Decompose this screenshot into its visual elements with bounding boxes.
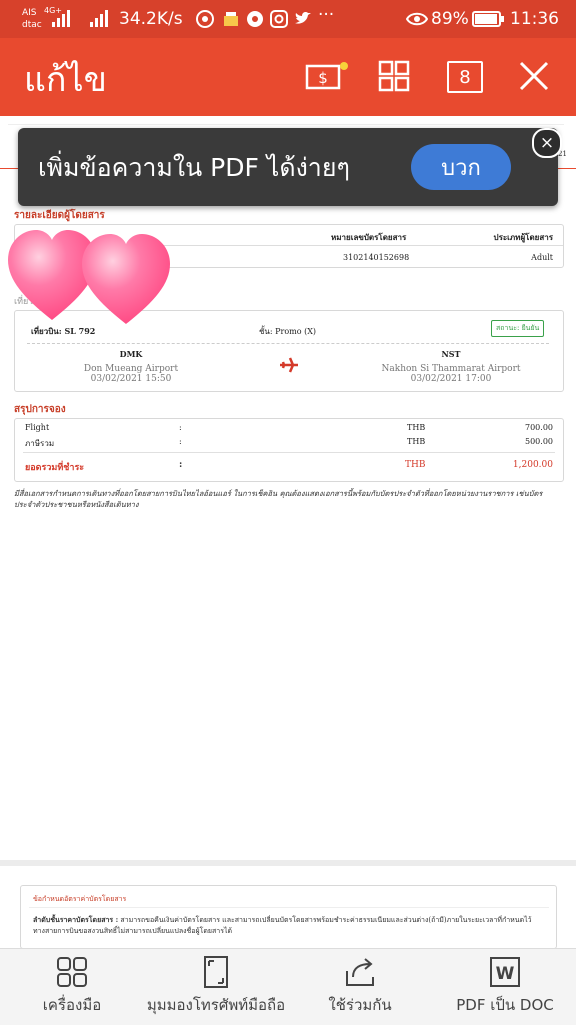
word-doc-icon: W xyxy=(490,957,520,987)
summary-total-row: ยอดรวมที่ชำระ : THB 1,200.00 xyxy=(15,460,563,474)
thumbnails-button[interactable] xyxy=(376,58,412,94)
page-count-button[interactable]: 8 xyxy=(447,61,483,93)
svg-text:$: $ xyxy=(318,69,328,87)
tools-label: เครื่องมือ xyxy=(42,996,102,1014)
page-top-edge xyxy=(8,116,564,125)
fare-class: ชั้น: Promo (X) xyxy=(259,327,317,336)
toast-close-button[interactable]: × xyxy=(532,128,562,158)
tools-button[interactable]: เครื่องมือ xyxy=(40,955,104,1017)
total-colon: : xyxy=(179,460,183,470)
share-button[interactable]: ใช้ร่วมกัน xyxy=(322,955,398,1017)
header-rule-left xyxy=(0,168,20,169)
header-rule-right xyxy=(556,168,576,169)
destination-code: NST xyxy=(441,349,461,359)
promo-toast: เพิ่มข้อความใน PDF ได้ง่ายๆ บวก xyxy=(18,128,558,206)
origin-block: DMK Don Mueang Airport 03/02/2021 15:50 xyxy=(31,349,231,384)
summary-colon: : xyxy=(179,423,182,432)
total-currency: THB xyxy=(405,460,426,470)
chrome-icon xyxy=(196,10,214,28)
carrier-names: AIS dtac xyxy=(22,7,42,31)
origin-code: DMK xyxy=(119,349,143,359)
signal-icon xyxy=(52,10,70,27)
close-icon xyxy=(519,61,549,91)
clock: 11:36 xyxy=(510,9,559,29)
page-count: 8 xyxy=(459,66,471,88)
more-notifications: ··· xyxy=(318,5,335,25)
passenger-section-title: รายละเอียดผู้โดยสาร xyxy=(14,210,105,221)
summary-currency: THB xyxy=(407,437,426,446)
heart-stickers-icon xyxy=(8,230,170,324)
grid-icon xyxy=(378,60,410,92)
network-speed: 34.2K/s xyxy=(119,9,183,29)
page-title: แก้ไข xyxy=(24,60,107,100)
status-badge: สถานะ: ยืนยัน xyxy=(491,320,545,337)
app-header: แก้ไข $ 8 xyxy=(0,38,576,116)
origin-name: Don Mueang Airport xyxy=(83,364,179,374)
tools-icon xyxy=(57,957,87,987)
summary-section-title: สรุปการจอง xyxy=(14,404,66,415)
fare-terms-box: ข้อกำหนดอัตราค่าบัตรโดยสาร ลำดับชั้นราคา… xyxy=(20,885,557,949)
summary-table: Flight : THB 700.00 ภาษีรวม : THB 500.00… xyxy=(14,418,564,482)
summary-amount: 500.00 xyxy=(525,437,553,446)
ball-icon xyxy=(247,11,263,27)
shop-icon xyxy=(224,12,238,26)
share-icon xyxy=(346,958,374,986)
summary-row: Flight : THB 700.00 xyxy=(15,423,563,435)
status-bar: AIS dtac 4G+ 34.2K/s ··· 89% 11:36 xyxy=(0,0,576,38)
pdf-to-doc-button[interactable]: W PDF เป็น DOC xyxy=(450,955,560,1017)
summary-label: ภาษีรวม xyxy=(25,439,55,448)
pdf-page-2[interactable]: ข้อกำหนดอัตราค่าบัตรโดยสาร ลำดับชั้นราคา… xyxy=(0,866,576,949)
bottom-toolbar: เครื่องมือ มุมมองโทรศัพท์มือถือ ใช้ร่วมก… xyxy=(0,948,576,1025)
origin-time: 03/02/2021 15:50 xyxy=(90,374,172,384)
destination-block: NST Nakhon Si Thammarat Airport 03/02/20… xyxy=(351,349,551,384)
passenger-type: Adult xyxy=(531,253,553,262)
toast-action-button[interactable]: บวก xyxy=(411,144,511,190)
airplane-icon xyxy=(280,357,298,373)
money-icon: $ xyxy=(305,62,348,90)
fare-terms-divider xyxy=(29,907,549,908)
fare-terms-text: ลำดับชั้นราคาบัตรโดยสาร : สามารถขอคืนเงิ… xyxy=(33,914,545,937)
summary-row: ภาษีรวม : THB 500.00 xyxy=(15,437,563,449)
toast-message: เพิ่มข้อความใน PDF ได้ง่ายๆ xyxy=(38,153,350,182)
mobile-view-icon xyxy=(204,956,228,988)
carrier-ais: AIS xyxy=(22,8,37,18)
mobile-view-label: มุมมองโทรศัพท์มือถือ xyxy=(146,996,286,1014)
summary-colon: : xyxy=(179,437,182,446)
battery-icon xyxy=(472,11,504,27)
fare-terms-title: ข้อกำหนดอัตราค่าบัตรโดยสาร xyxy=(33,895,127,903)
destination-time: 03/02/2021 17:00 xyxy=(410,374,492,384)
ticket-number-header: หมายเลขบัตรโดยสาร xyxy=(331,232,407,242)
destination-name: Nakhon Si Thammarat Airport xyxy=(381,364,521,374)
ticket-number: 3102140152698 xyxy=(343,253,410,262)
toast-close-icon: × xyxy=(539,133,555,153)
total-amount: 1,200.00 xyxy=(512,460,553,470)
svg-text:W: W xyxy=(496,964,515,984)
battery-percent: 89% xyxy=(431,9,469,29)
summary-label: Flight xyxy=(25,423,50,432)
instagram-icon xyxy=(270,10,288,28)
fare-terms-label: ลำดับชั้นราคาบัตรโดยสาร : xyxy=(33,915,119,924)
pro-button[interactable]: $ xyxy=(305,58,349,94)
twitter-icon xyxy=(295,12,311,24)
eye-icon xyxy=(406,12,428,26)
close-button[interactable] xyxy=(516,58,552,94)
summary-amount: 700.00 xyxy=(525,423,553,432)
carrier-dtac: dtac xyxy=(22,20,42,30)
summary-divider xyxy=(23,452,555,453)
summary-currency: THB xyxy=(407,423,426,432)
mobile-view-button[interactable]: มุมมองโทรศัพท์มือถือ xyxy=(142,955,290,1017)
booking-note: มีสื่อเอกสารกำหนดการเดินทางที่ออกโดยสายก… xyxy=(14,489,543,509)
passenger-type-header: ประเภทผู้โดยสาร xyxy=(493,232,554,242)
pdf-to-doc-label: PDF เป็น DOC xyxy=(456,996,554,1014)
share-label: ใช้ร่วมกัน xyxy=(328,996,392,1014)
signal-icon-2 xyxy=(90,10,108,27)
total-label: ยอดรวมที่ชำระ xyxy=(25,463,85,473)
flight-divider xyxy=(27,343,549,344)
